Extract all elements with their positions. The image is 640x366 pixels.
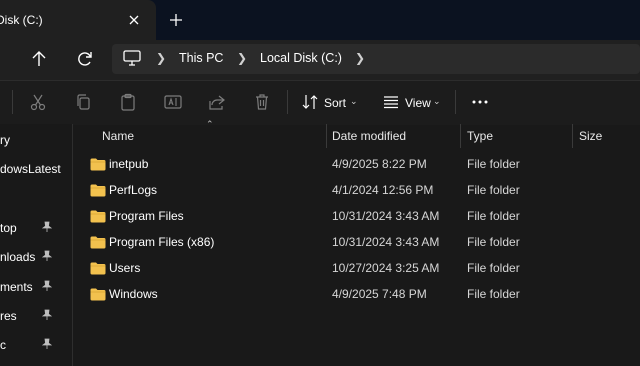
view-button[interactable]: View — [405, 96, 431, 110]
chevron-down-icon[interactable]: ⌄ — [433, 96, 441, 107]
breadcrumb-separator-icon[interactable]: ❯ — [156, 51, 166, 65]
file-name: Users — [109, 261, 141, 275]
sort-ascending-icon: ⌃ — [206, 119, 214, 129]
sidebar-item-desktop[interactable]: top — [0, 221, 17, 235]
copy-icon — [77, 94, 90, 110]
pin-icon — [42, 338, 52, 350]
sidebar-item-windowslatest[interactable]: dowsLatest — [0, 162, 61, 176]
divider — [12, 90, 13, 114]
folder-icon — [90, 184, 106, 197]
folder-icon — [90, 158, 106, 171]
delete-button[interactable] — [252, 92, 272, 112]
rename-icon — [164, 95, 182, 109]
tab-title: Disk (C:) — [0, 13, 43, 27]
file-type: File folder — [467, 183, 520, 197]
share-button[interactable] — [207, 92, 227, 112]
cut-button[interactable] — [28, 92, 48, 112]
file-name: inetpub — [109, 157, 149, 171]
tab-active[interactable]: Disk (C:) — [0, 0, 156, 40]
sort-icon[interactable] — [300, 92, 320, 112]
pin-icon — [42, 309, 52, 321]
file-type: File folder — [467, 157, 520, 171]
column-header-size[interactable]: Size — [579, 129, 602, 153]
up-button[interactable] — [28, 48, 50, 70]
paste-button[interactable] — [118, 92, 138, 112]
scissors-icon — [30, 94, 46, 111]
breadcrumb-local-disk[interactable]: Local Disk (C:) — [260, 51, 342, 65]
arrow-up-icon — [32, 51, 46, 66]
sidebar-item-gallery[interactable]: ry — [0, 133, 10, 147]
sidebar-item-pictures[interactable]: res — [0, 309, 17, 323]
file-name: Windows — [109, 287, 158, 301]
sidebar-item-music[interactable]: c — [0, 338, 6, 352]
command-bar — [0, 80, 640, 125]
file-date-modified: 10/27/2024 3:25 AM — [332, 261, 440, 275]
folder-icon — [90, 210, 106, 223]
column-header-type[interactable]: Type — [467, 129, 493, 153]
file-date-modified: 4/9/2025 8:22 PM — [332, 157, 427, 171]
sidebar-item-documents[interactable]: ments — [0, 280, 33, 294]
file-name: Program Files (x86) — [109, 235, 215, 249]
breadcrumb-separator-icon[interactable]: ❯ — [355, 51, 365, 65]
column-header-date-modified[interactable]: Date modified — [332, 129, 406, 153]
sort-button[interactable]: Sort — [324, 96, 346, 110]
new-tab-button[interactable] — [166, 10, 186, 30]
divider — [287, 90, 288, 114]
column-header-name[interactable]: Name — [102, 129, 134, 153]
computer-icon[interactable] — [122, 49, 142, 67]
column-resize-handle[interactable] — [572, 124, 573, 148]
folder-icon — [90, 236, 106, 249]
breadcrumb-this-pc[interactable]: This PC — [179, 51, 223, 65]
folder-icon — [90, 288, 106, 301]
sidebar-item-downloads[interactable]: nloads — [0, 250, 35, 264]
pin-icon — [42, 280, 52, 292]
divider — [455, 90, 456, 114]
file-date-modified: 10/31/2024 3:43 AM — [332, 209, 440, 223]
file-type: File folder — [467, 261, 520, 275]
share-icon — [209, 95, 225, 110]
close-icon — [129, 15, 139, 25]
file-type: File folder — [467, 287, 520, 301]
file-name: Program Files — [109, 209, 184, 223]
refresh-icon — [78, 52, 92, 66]
rename-button[interactable] — [163, 92, 183, 112]
file-name: PerfLogs — [109, 183, 158, 197]
column-resize-handle[interactable] — [326, 124, 327, 148]
trash-icon — [256, 94, 268, 110]
view-icon[interactable] — [381, 92, 401, 112]
pin-icon — [42, 221, 52, 233]
plus-icon — [170, 14, 182, 26]
refresh-button[interactable] — [74, 48, 96, 70]
column-resize-handle[interactable] — [460, 124, 461, 148]
file-type: File folder — [467, 209, 520, 223]
file-type: File folder — [467, 235, 520, 249]
folder-icon — [90, 262, 106, 275]
file-date-modified: 4/9/2025 7:48 PM — [332, 287, 427, 301]
breadcrumb-separator-icon[interactable]: ❯ — [237, 51, 247, 65]
more-options-icon[interactable] — [470, 92, 490, 112]
file-date-modified: 4/1/2024 12:56 PM — [332, 183, 434, 197]
copy-button[interactable] — [73, 92, 93, 112]
clipboard-icon — [121, 93, 135, 111]
close-tab-button[interactable] — [124, 10, 144, 30]
pin-icon — [42, 250, 52, 262]
chevron-down-icon[interactable]: ⌄ — [350, 96, 358, 107]
file-date-modified: 10/31/2024 3:43 AM — [332, 235, 440, 249]
navigation-pane — [0, 124, 73, 366]
